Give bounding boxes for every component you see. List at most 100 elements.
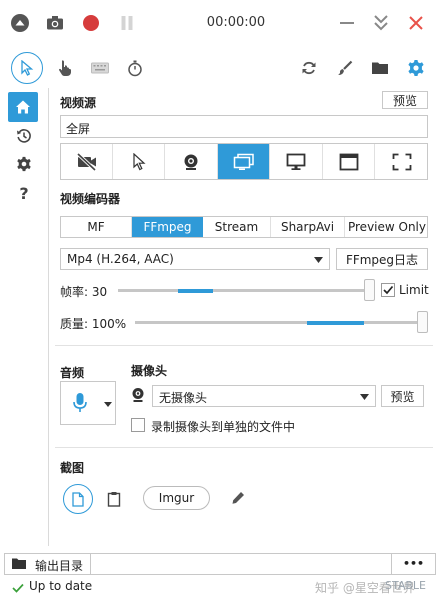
timer-toggle-button[interactable]	[124, 56, 146, 80]
quality-slider[interactable]	[135, 311, 428, 333]
clipboard-icon	[107, 492, 121, 507]
nav-settings[interactable]	[13, 153, 35, 175]
screenshot-clipboard-button[interactable]	[104, 488, 124, 510]
screenshot-label: 截图	[60, 461, 85, 475]
webcam-separate-file-label: 录制摄像头到单独的文件中	[151, 420, 296, 434]
source-fullscreen-button[interactable]	[375, 144, 429, 179]
screenshot-editor-button[interactable]	[228, 488, 248, 508]
file-icon	[72, 491, 84, 507]
hand-pointer-icon	[59, 60, 71, 76]
source-region-button[interactable]	[113, 144, 165, 179]
webcam-select[interactable]: 无摄像头	[152, 385, 376, 407]
open-folder-button[interactable]	[369, 56, 391, 80]
framerate-label: 帧率: 30	[60, 285, 108, 299]
checkmark-icon	[383, 285, 394, 295]
record-timer: 00:00:00	[206, 15, 266, 30]
framerate-track-highlight	[178, 288, 213, 293]
refresh-icon	[302, 61, 316, 75]
ffmpeg-log-button[interactable]: FFmpeg日志	[336, 248, 428, 270]
screenshot-button[interactable]	[44, 12, 66, 34]
double-chevron-down-icon	[374, 15, 388, 31]
left-nav: ?	[0, 88, 49, 546]
cursor-toggle-button[interactable]	[11, 52, 43, 84]
source-monitor-button[interactable]	[270, 144, 323, 179]
webcam-label: 摄像头	[131, 364, 168, 378]
webcam-separate-file-checkbox[interactable]	[131, 418, 145, 432]
source-none-button[interactable]	[61, 144, 113, 179]
output-path-field[interactable]	[91, 554, 391, 574]
quality-thumb[interactable]	[417, 311, 428, 333]
minimize-button[interactable]	[336, 12, 358, 34]
output-folder-button[interactable]: 输出目录	[5, 554, 91, 574]
encoder-tab-ffmpeg[interactable]: FFmpeg	[132, 217, 203, 237]
format-select-value: Mp4 (H.264, AAC)	[67, 252, 174, 266]
history-icon	[17, 129, 31, 143]
encoder-tab-sharpavi[interactable]: SharpAvi	[271, 217, 345, 237]
framerate-thumb[interactable]	[364, 279, 375, 301]
window-icon	[339, 153, 358, 170]
minimize-to-tray-button[interactable]	[370, 11, 392, 35]
video-source-field[interactable]: 全屏	[60, 115, 428, 138]
encoder-tab-stream[interactable]: Stream	[203, 217, 271, 237]
status-bar: Up to date 知乎 @星空看世界 STABLE	[0, 577, 440, 604]
chevron-up-circle-icon	[11, 14, 29, 32]
gear-icon	[408, 60, 424, 76]
record-icon	[83, 15, 99, 31]
limit-checkbox[interactable]	[381, 283, 395, 297]
imgur-button[interactable]: Imgur	[143, 486, 210, 510]
check-icon	[12, 583, 24, 593]
pause-icon	[121, 16, 133, 30]
source-window-button[interactable]	[323, 144, 375, 179]
format-select[interactable]: Mp4 (H.264, AAC)	[60, 248, 330, 270]
pencil-icon	[232, 492, 244, 504]
monitor-icon	[286, 153, 306, 170]
audio-label: 音频	[60, 366, 85, 380]
record-button[interactable]	[80, 12, 102, 34]
pause-button[interactable]	[116, 12, 138, 34]
microphone-icon	[73, 393, 87, 412]
nav-home[interactable]	[8, 92, 38, 122]
nav-history[interactable]	[13, 125, 35, 147]
framerate-track	[118, 288, 366, 293]
refresh-button[interactable]	[298, 56, 320, 80]
close-icon	[409, 16, 423, 30]
fullscreen-icon	[392, 153, 412, 170]
close-button[interactable]	[405, 12, 427, 34]
quality-track-highlight	[307, 320, 364, 325]
chevron-down-icon	[314, 257, 323, 263]
source-webcam-button[interactable]	[165, 144, 218, 179]
video-off-icon	[76, 152, 96, 171]
gear-icon	[17, 156, 31, 172]
folder-icon	[372, 62, 388, 74]
encoder-tab-preview-only[interactable]: Preview Only	[345, 217, 429, 237]
browse-output-button[interactable]: •••	[391, 554, 435, 574]
video-source-preview-button[interactable]: 预览	[382, 91, 428, 109]
output-folder-bar: 输出目录 •••	[4, 553, 436, 575]
encoder-tab-mf[interactable]: MF	[61, 217, 132, 237]
keystrokes-toggle-button[interactable]	[89, 56, 111, 80]
source-screen-button[interactable]	[218, 144, 270, 179]
toolbar	[0, 48, 440, 88]
chevron-down-icon	[104, 402, 112, 407]
clicks-toggle-button[interactable]	[54, 56, 76, 80]
screenshot-save-to-disk-button[interactable]	[63, 484, 93, 514]
video-source-value: 全屏	[66, 122, 91, 136]
framerate-slider[interactable]	[118, 279, 376, 301]
chevron-down-icon	[360, 394, 369, 400]
video-source-label: 视频源	[60, 96, 97, 110]
video-encoder-label: 视频编码器	[60, 192, 121, 206]
encoder-tabs: MF FFmpeg Stream SharpAvi Preview Only	[60, 216, 428, 238]
webcam-preview-button[interactable]: 预览	[381, 385, 424, 407]
title-bar: 00:00:00	[0, 0, 440, 44]
stopwatch-icon	[128, 60, 142, 77]
output-folder-label: 输出目录	[35, 559, 84, 573]
audio-source-dropdown[interactable]	[60, 381, 116, 425]
limit-label: Limit	[399, 283, 429, 297]
nav-help[interactable]: ?	[13, 182, 35, 204]
region-brush-button[interactable]	[334, 56, 356, 80]
quality-label: 质量: 100%	[60, 317, 127, 331]
folder-icon	[12, 558, 26, 569]
collapse-button[interactable]	[9, 12, 31, 34]
webcam-icon	[184, 154, 198, 170]
settings-button[interactable]	[405, 56, 427, 80]
